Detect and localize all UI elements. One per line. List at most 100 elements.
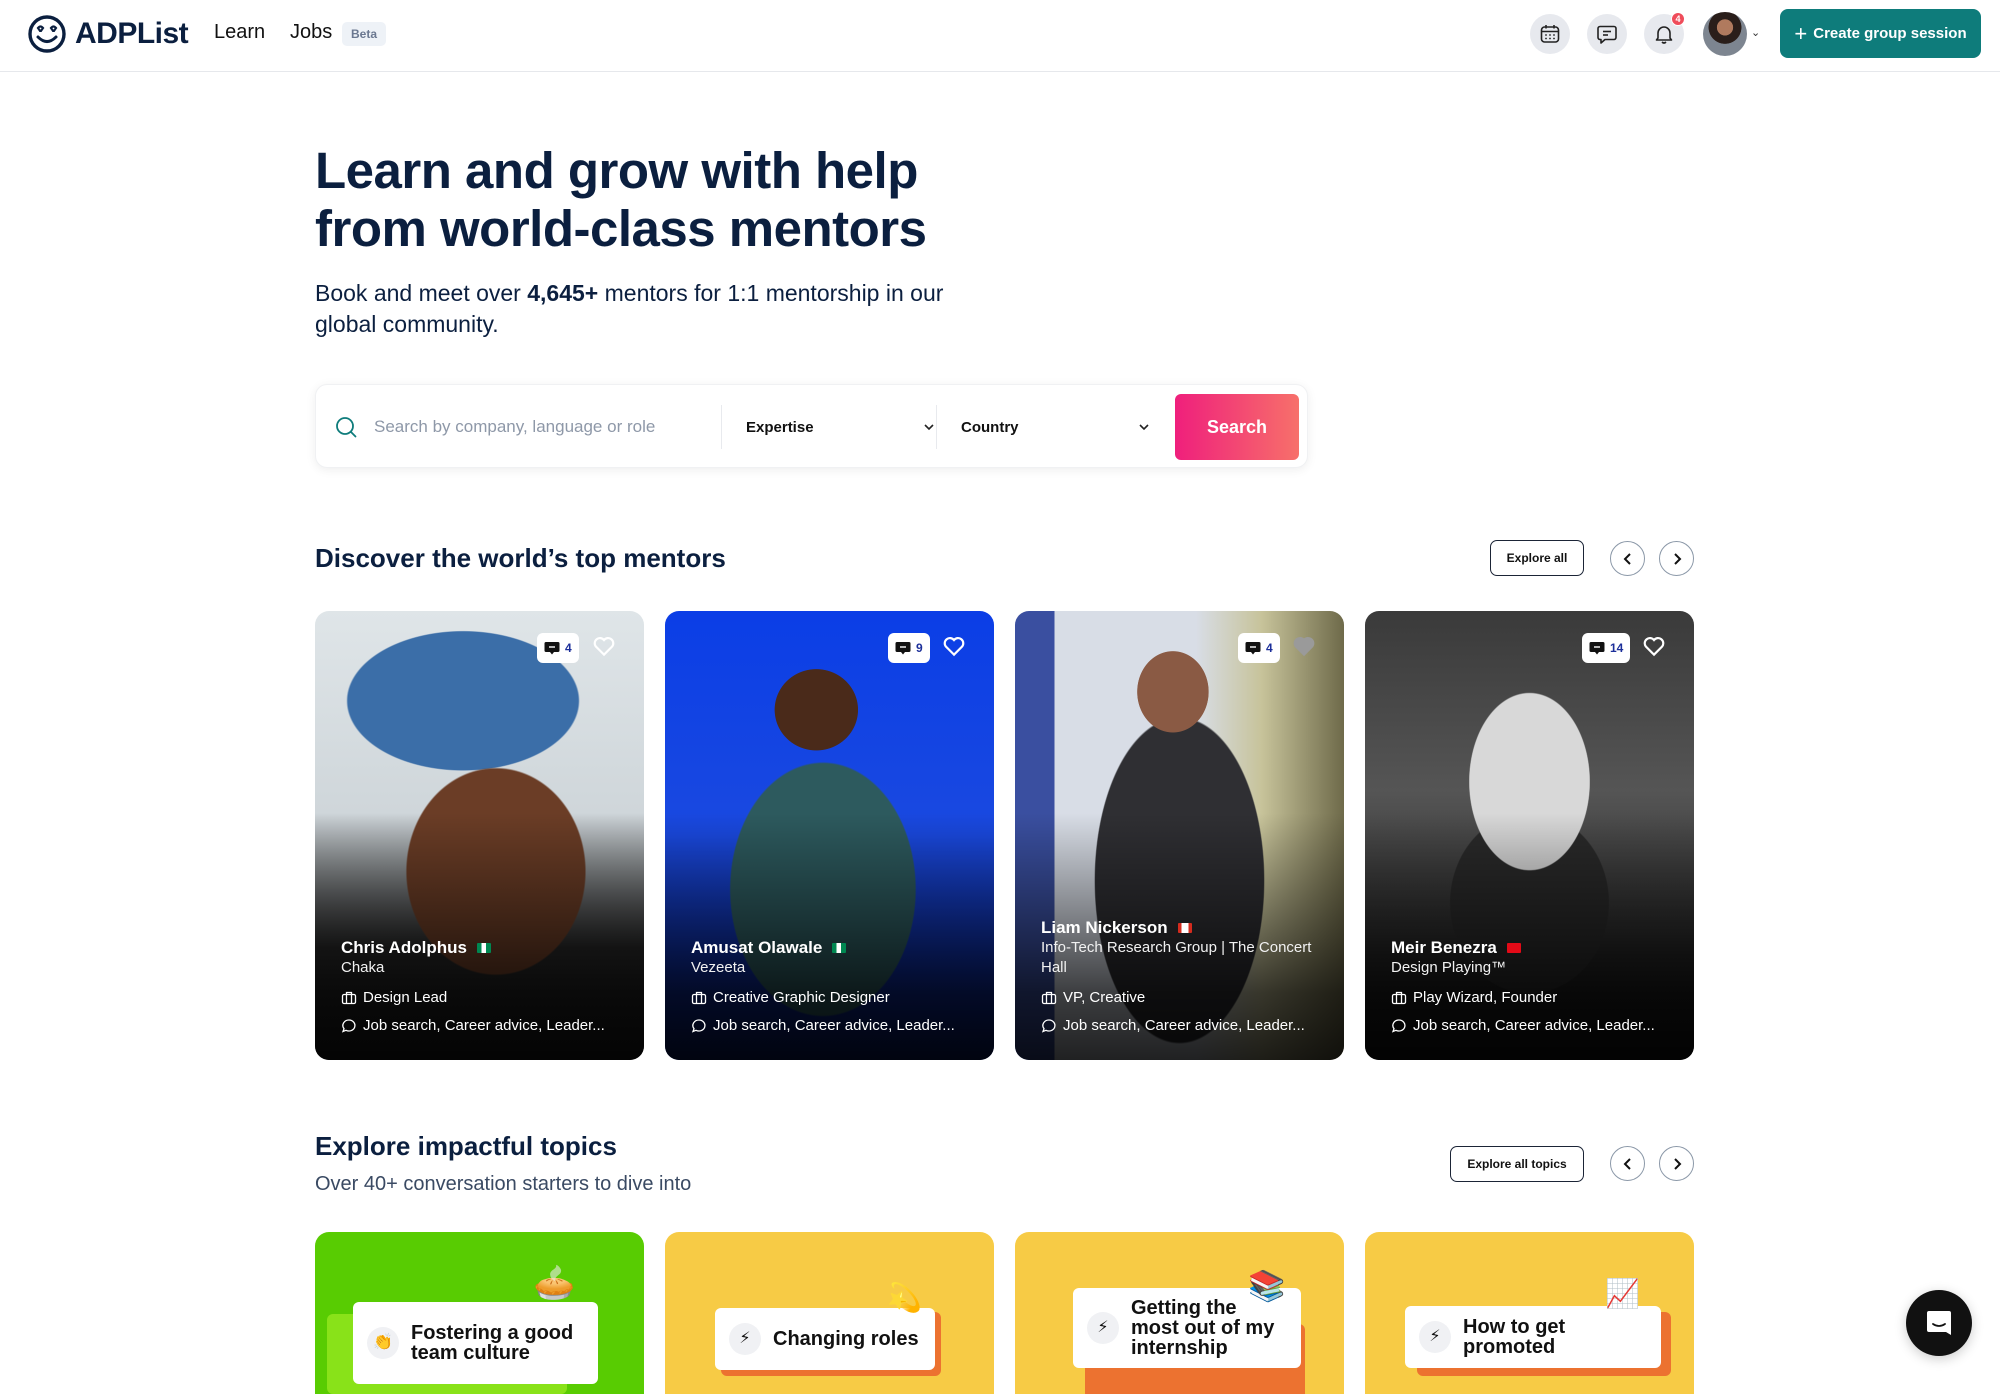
message-count-badge: 9 [888, 633, 930, 663]
heart-icon[interactable] [591, 633, 617, 659]
speech-bubble-icon [1041, 1019, 1056, 1033]
mentor-role: Creative Graphic Designer [713, 989, 890, 1006]
topic-label: Fostering a good team culture [411, 1322, 574, 1364]
brand-name: ADPList [75, 17, 189, 50]
chevron-right-icon [1673, 1157, 1681, 1170]
chevron-down-icon [1139, 424, 1149, 431]
topic-card[interactable]: ⚡ Changing roles 💫 [665, 1232, 994, 1394]
message-count: 4 [565, 641, 572, 655]
create-group-session-label: Create group session [1813, 25, 1967, 42]
mentor-info: Chris Adolphus Chaka Design Lead Job sea… [341, 938, 624, 1036]
mentor-info: Amusat Olawale Vezeeta Creative Graphic … [691, 938, 974, 1036]
mentor-card[interactable]: 4 Liam Nickerson Info-Tech Research Grou… [1015, 611, 1344, 1060]
message-count: 14 [1610, 641, 1624, 655]
mentor-name: Amusat Olawale [691, 938, 823, 957]
clapping-hands-icon: 👏 [367, 1327, 399, 1359]
message-count-badge: 4 [537, 633, 579, 663]
topic-pill: ⚡ How to get promoted [1405, 1306, 1661, 1368]
notifications-button[interactable]: 4 [1644, 12, 1685, 54]
topic-card[interactable]: ⚡ Getting the most out of my internship … [1015, 1232, 1344, 1394]
hero-subtitle: Book and meet over 4,645+ mentors for 1:… [315, 278, 955, 340]
top-navigation-bar: ADPList Learn Jobs Beta 4 ⌄ + Create gro… [0, 0, 2000, 72]
hero-title-line2: from world-class mentors [315, 200, 927, 257]
message-count-badge: 14 [1582, 633, 1631, 663]
message-count: 9 [916, 641, 923, 655]
briefcase-icon [691, 991, 707, 1005]
speech-bubble-icon [1391, 1019, 1406, 1033]
topic-label: Getting the most out of my internship [1131, 1297, 1275, 1359]
hero-subtitle-text: Book and meet over [315, 280, 528, 306]
topic-card[interactable]: 👏 Fostering a good team culture 🥧 [315, 1232, 644, 1394]
mentors-next-button[interactable] [1659, 541, 1694, 576]
chevron-left-icon [1623, 1157, 1631, 1170]
chevron-down-icon[interactable]: ⌄ [1751, 26, 1760, 39]
mentor-card[interactable]: 14 Meir Benezra Design Playing™ Play Wiz… [1365, 611, 1694, 1060]
message-icon [1245, 642, 1261, 655]
mentor-name: Chris Adolphus [341, 938, 467, 957]
nav-learn[interactable]: Learn [214, 21, 265, 44]
chevron-right-icon [1673, 552, 1681, 565]
divider [721, 405, 722, 449]
calendar-button[interactable] [1530, 14, 1570, 54]
mentor-role: Play Wizard, Founder [1413, 989, 1558, 1006]
expertise-label: Expertise [746, 418, 814, 436]
brand-logo[interactable]: ADPList [27, 14, 189, 54]
expertise-select[interactable]: Expertise [746, 405, 936, 449]
mentor-card[interactable]: 9 Amusat Olawale Vezeeta Creative Graphi… [665, 611, 994, 1060]
topics-next-button[interactable] [1659, 1146, 1694, 1181]
country-select[interactable]: Country [961, 405, 1151, 449]
support-chat-button[interactable] [1906, 1290, 1972, 1356]
calendar-icon [1540, 25, 1560, 43]
lightning-icon: ⚡ [1419, 1321, 1451, 1353]
heart-icon[interactable] [1641, 633, 1667, 659]
mentor-topics: Job search, Career advice, Leader... [1063, 1017, 1305, 1034]
user-avatar[interactable] [1703, 12, 1747, 56]
chart-increasing-icon: 📈 [1605, 1278, 1640, 1309]
chevron-left-icon [1623, 552, 1631, 565]
explore-all-button[interactable]: Explore all [1490, 540, 1584, 576]
search-button[interactable]: Search [1175, 394, 1299, 460]
message-icon [1589, 642, 1605, 655]
divider [936, 405, 937, 449]
message-count: 4 [1266, 641, 1273, 655]
chat-bubble-icon [1597, 25, 1617, 44]
mentor-card[interactable]: 4 Chris Adolphus Chaka Design Lead Job s… [315, 611, 644, 1060]
speech-bubble-icon [341, 1019, 356, 1033]
mentors-section-title: Discover the world’s top mentors [315, 543, 726, 573]
search-icon [336, 417, 357, 438]
notification-count-badge: 4 [1671, 12, 1685, 26]
messages-button[interactable] [1587, 14, 1627, 54]
topic-card[interactable]: ⚡ How to get promoted 📈 [1365, 1232, 1694, 1394]
create-group-session-button[interactable]: + Create group session [1780, 9, 1981, 58]
chat-smile-icon [1927, 1311, 1951, 1335]
mentors-prev-button[interactable] [1610, 541, 1645, 576]
heart-filled-icon[interactable] [1291, 633, 1317, 659]
briefcase-icon [341, 991, 357, 1005]
topic-pill: ⚡ Changing roles [715, 1308, 935, 1370]
mentor-company: Info-Tech Research Group | The Concert H… [1041, 939, 1312, 976]
nav-jobs[interactable]: Jobs [290, 21, 332, 44]
explore-all-topics-button[interactable]: Explore all topics [1450, 1146, 1584, 1182]
mentor-topics: Job search, Career advice, Leader... [363, 1017, 605, 1034]
topic-label: How to get promoted [1463, 1316, 1566, 1358]
turkey-flag-icon [1506, 943, 1521, 953]
message-icon [544, 642, 560, 655]
mentor-company: Vezeeta [691, 959, 746, 976]
mentor-info: Liam Nickerson Info-Tech Research Group … [1041, 918, 1324, 1036]
lightning-icon: ⚡ [1087, 1312, 1119, 1344]
country-label: Country [961, 418, 1019, 436]
mentor-info: Meir Benezra Design Playing™ Play Wizard… [1391, 938, 1674, 1036]
mentor-role: VP, Creative [1063, 989, 1146, 1006]
briefcase-icon [1391, 991, 1407, 1005]
message-icon [895, 642, 911, 655]
heart-icon[interactable] [941, 633, 967, 659]
speech-bubble-icon [691, 1019, 706, 1033]
topic-label: Changing roles [773, 1328, 919, 1350]
briefcase-icon [1041, 991, 1057, 1005]
topics-prev-button[interactable] [1610, 1146, 1645, 1181]
hero-title-line1: Learn and grow with help [315, 142, 918, 199]
books-icon: 📚 [1248, 1270, 1286, 1303]
mentor-name: Meir Benezra [1391, 938, 1497, 957]
canada-flag-icon [1177, 923, 1192, 933]
search-input[interactable] [374, 409, 704, 445]
